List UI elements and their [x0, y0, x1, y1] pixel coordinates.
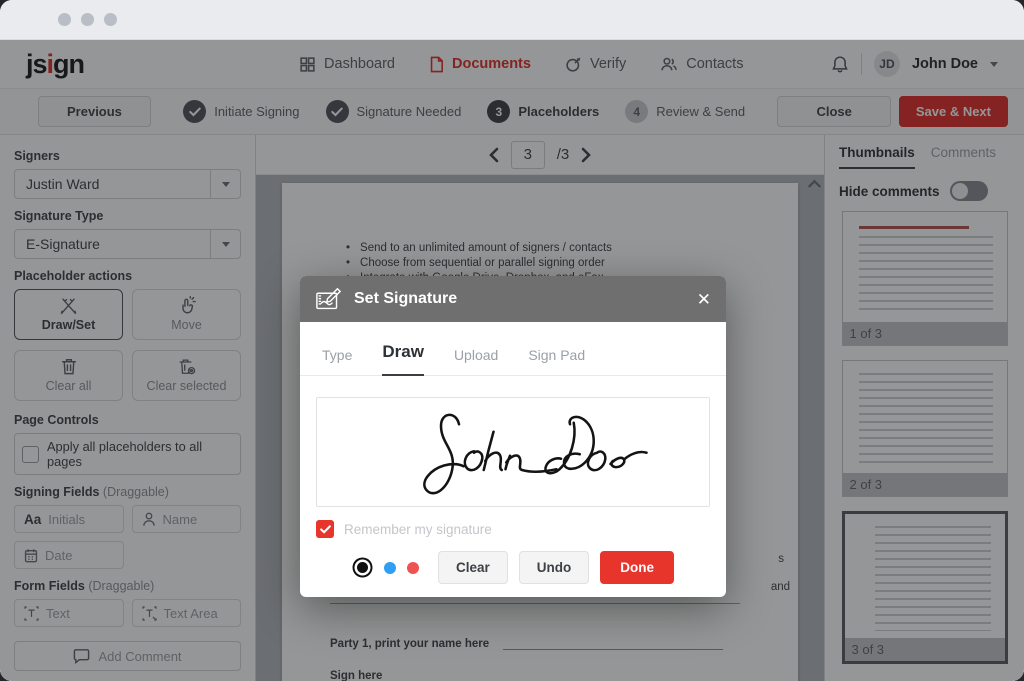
- signature-canvas[interactable]: [316, 397, 710, 507]
- remember-signature-row[interactable]: Remember my signature: [316, 520, 726, 538]
- signature-actions: Clear Undo Done: [300, 551, 726, 584]
- remember-signature-label: Remember my signature: [344, 522, 492, 537]
- pen-color-black-selected[interactable]: [357, 562, 368, 573]
- window-control-dot[interactable]: [81, 13, 94, 26]
- signature-method-tabs: Type Draw Upload Sign Pad: [300, 322, 726, 376]
- checkbox-checked[interactable]: [316, 520, 334, 538]
- signature-pad-icon: [315, 287, 342, 312]
- window-control-dot[interactable]: [104, 13, 117, 26]
- modal-header: Set Signature ✕: [300, 276, 726, 322]
- close-icon[interactable]: ✕: [697, 291, 711, 308]
- clear-button[interactable]: Clear: [438, 551, 508, 584]
- done-button[interactable]: Done: [600, 551, 674, 584]
- modal-title: Set Signature: [354, 290, 685, 308]
- pen-color-blue[interactable]: [384, 562, 396, 574]
- tab-upload[interactable]: Upload: [454, 347, 498, 375]
- set-signature-modal: Set Signature ✕ Type Draw Upload Sign Pa…: [300, 276, 726, 597]
- tab-type[interactable]: Type: [322, 347, 352, 375]
- window-titlebar: [0, 0, 1024, 40]
- tab-draw[interactable]: Draw: [382, 342, 424, 376]
- john-doe-signature: [363, 403, 663, 501]
- tab-sign-pad[interactable]: Sign Pad: [528, 347, 585, 375]
- undo-button[interactable]: Undo: [519, 551, 590, 584]
- app-window: jsign Dashboard Documents Verify Contact…: [0, 0, 1024, 681]
- window-control-dot[interactable]: [58, 13, 71, 26]
- pen-color-red[interactable]: [407, 562, 419, 574]
